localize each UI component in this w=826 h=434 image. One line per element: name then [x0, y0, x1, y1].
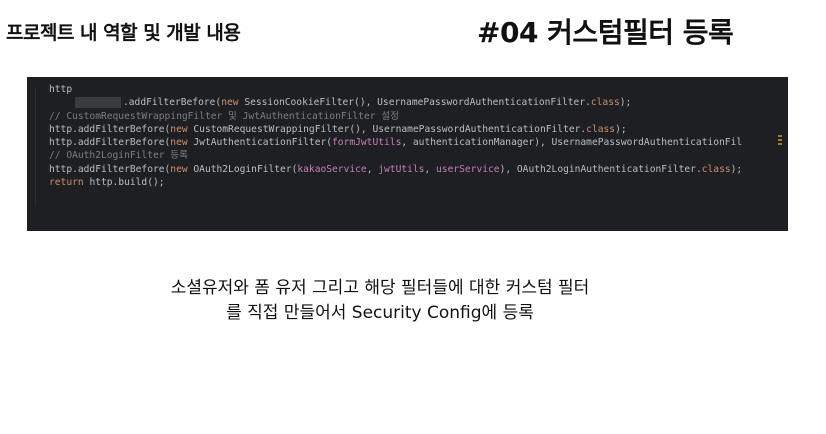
code-token: , authenticationManager), UsernamePasswo…: [401, 137, 743, 149]
code-line-1: http: [27, 83, 788, 96]
code-keyword: new: [221, 97, 245, 109]
scrollbar-marker: [778, 143, 782, 145]
code-parameter: userService: [436, 163, 500, 175]
code-line-3: // CustomRequestWrappingFilter 및 JwtAuth…: [27, 110, 788, 123]
code-parameter: kakaoService: [297, 163, 367, 175]
code-token: http.build();: [89, 177, 165, 189]
code-keyword: new: [170, 123, 194, 135]
code-token: http.addFilterBefore(: [49, 137, 171, 149]
code-token: ), OAuth2LoginAuthenticationFilter.: [499, 163, 702, 175]
code-line-7: http.addFilterBefore(new OAuth2LoginFilt…: [27, 163, 788, 176]
scrollbar-marker: [778, 135, 782, 137]
code-editor-screenshot: http .addFilterBefore(new SessionCookieF…: [27, 77, 788, 231]
section-title: 프로젝트 내 역할 및 개발 내용: [6, 22, 241, 44]
slide-title: #04 커스텀필터 등록: [477, 16, 734, 49]
code-token: .addFilterBefore(: [123, 97, 222, 109]
code-keyword: class: [586, 123, 616, 135]
code-token: http.addFilterBefore(: [49, 163, 171, 175]
description-line-2: 를 직접 만들어서 Security Config에 등록: [226, 303, 534, 323]
code-line-2: .addFilterBefore(new SessionCookieFilter…: [27, 96, 788, 109]
code-token: http: [49, 84, 73, 95]
code-line-8: return http.build();: [27, 176, 788, 189]
code-token: OAuth2LoginFilter(: [193, 163, 298, 175]
slide-description: 소셜유저와 폼 유저 그리고 해당 필터들에 대한 커스텀 필터 를 직접 만들…: [0, 276, 760, 326]
code-token: JwtAuthenticationFilter(: [193, 137, 333, 149]
code-keyword: return: [49, 177, 90, 189]
code-parameter: jwtUtils: [378, 163, 425, 175]
code-token: CustomRequestWrappingFilter(), UsernameP…: [193, 123, 587, 135]
code-parameter: formJwtUtils: [332, 137, 402, 149]
code-keyword: new: [170, 163, 194, 175]
code-token: );: [619, 97, 632, 109]
scrollbar-marker: [778, 139, 782, 141]
code-token: );: [615, 123, 627, 135]
code-token: SessionCookieFilter(), UsernamePasswordA…: [244, 97, 591, 109]
code-token: ,: [424, 163, 437, 175]
redacted-block: [75, 96, 121, 108]
code-keyword: class: [590, 97, 620, 109]
code-line-4: http.addFilterBefore(new CustomRequestWr…: [27, 123, 788, 136]
code-keyword: new: [170, 137, 194, 149]
code-keyword: class: [701, 163, 731, 175]
code-token: http.addFilterBefore(: [49, 123, 171, 135]
code-comment: // CustomRequestWrappingFilter 및 JwtAuth…: [49, 110, 399, 122]
code-token: );: [730, 163, 743, 175]
code-token: ,: [366, 163, 379, 175]
code-comment: // OAuth2LoginFilter 등록: [49, 150, 188, 162]
code-line-5: http.addFilterBefore(new JwtAuthenticati…: [27, 136, 788, 149]
code-line-6: // OAuth2LoginFilter 등록: [27, 149, 788, 162]
description-line-1: 소셜유저와 폼 유저 그리고 해당 필터들에 대한 커스텀 필터: [170, 278, 590, 298]
